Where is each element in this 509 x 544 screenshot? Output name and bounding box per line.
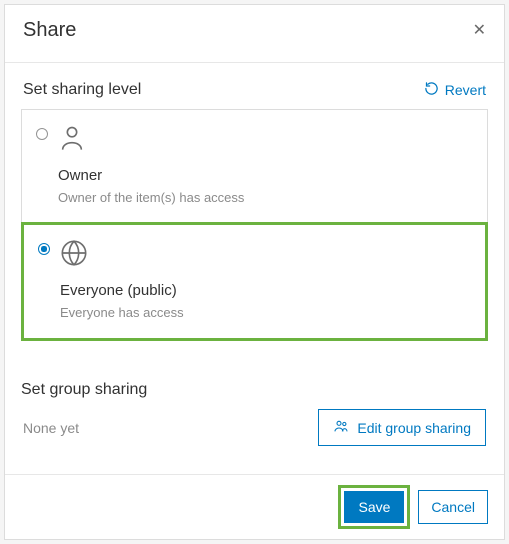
share-dialog: Share ✕ Set sharing level Revert	[4, 4, 505, 540]
globe-icon	[60, 239, 184, 272]
option-owner-content: Owner Owner of the item(s) has access	[58, 124, 244, 205]
person-icon	[58, 124, 244, 157]
save-button[interactable]: Save	[344, 491, 404, 523]
group-icon	[333, 418, 349, 437]
option-owner-desc: Owner of the item(s) has access	[58, 190, 244, 205]
dialog-header: Share ✕	[5, 5, 504, 62]
close-icon[interactable]: ✕	[473, 23, 486, 39]
sharing-level-heading: Set sharing level	[23, 81, 141, 99]
option-everyone-label: Everyone (public)	[60, 282, 184, 299]
revert-button[interactable]: Revert	[424, 81, 486, 99]
option-everyone[interactable]: Everyone (public) Everyone has access	[21, 222, 488, 341]
edit-group-label: Edit group sharing	[357, 420, 471, 436]
sharing-level-header: Set sharing level Revert	[21, 63, 488, 109]
radio-everyone[interactable]	[38, 243, 50, 255]
option-owner[interactable]: Owner Owner of the item(s) has access	[22, 110, 487, 223]
revert-icon	[424, 81, 439, 99]
group-sharing-section: Set group sharing None yet Edit group sh…	[21, 341, 488, 446]
revert-label: Revert	[445, 82, 486, 98]
option-everyone-content: Everyone (public) Everyone has access	[60, 239, 184, 320]
group-sharing-row: None yet Edit group sharing	[21, 399, 488, 446]
option-everyone-desc: Everyone has access	[60, 305, 184, 320]
radio-owner[interactable]	[36, 128, 48, 140]
save-highlight: Save	[338, 485, 410, 529]
dialog-title: Share	[23, 19, 76, 42]
option-owner-label: Owner	[58, 167, 244, 184]
group-sharing-empty: None yet	[23, 420, 79, 436]
sharing-options: Owner Owner of the item(s) has access Ev…	[21, 109, 488, 341]
edit-group-sharing-button[interactable]: Edit group sharing	[318, 409, 486, 446]
dialog-footer: Save Cancel	[5, 474, 504, 539]
group-sharing-heading: Set group sharing	[21, 381, 488, 399]
dialog-body: Set sharing level Revert	[5, 62, 504, 474]
cancel-button[interactable]: Cancel	[418, 490, 488, 524]
